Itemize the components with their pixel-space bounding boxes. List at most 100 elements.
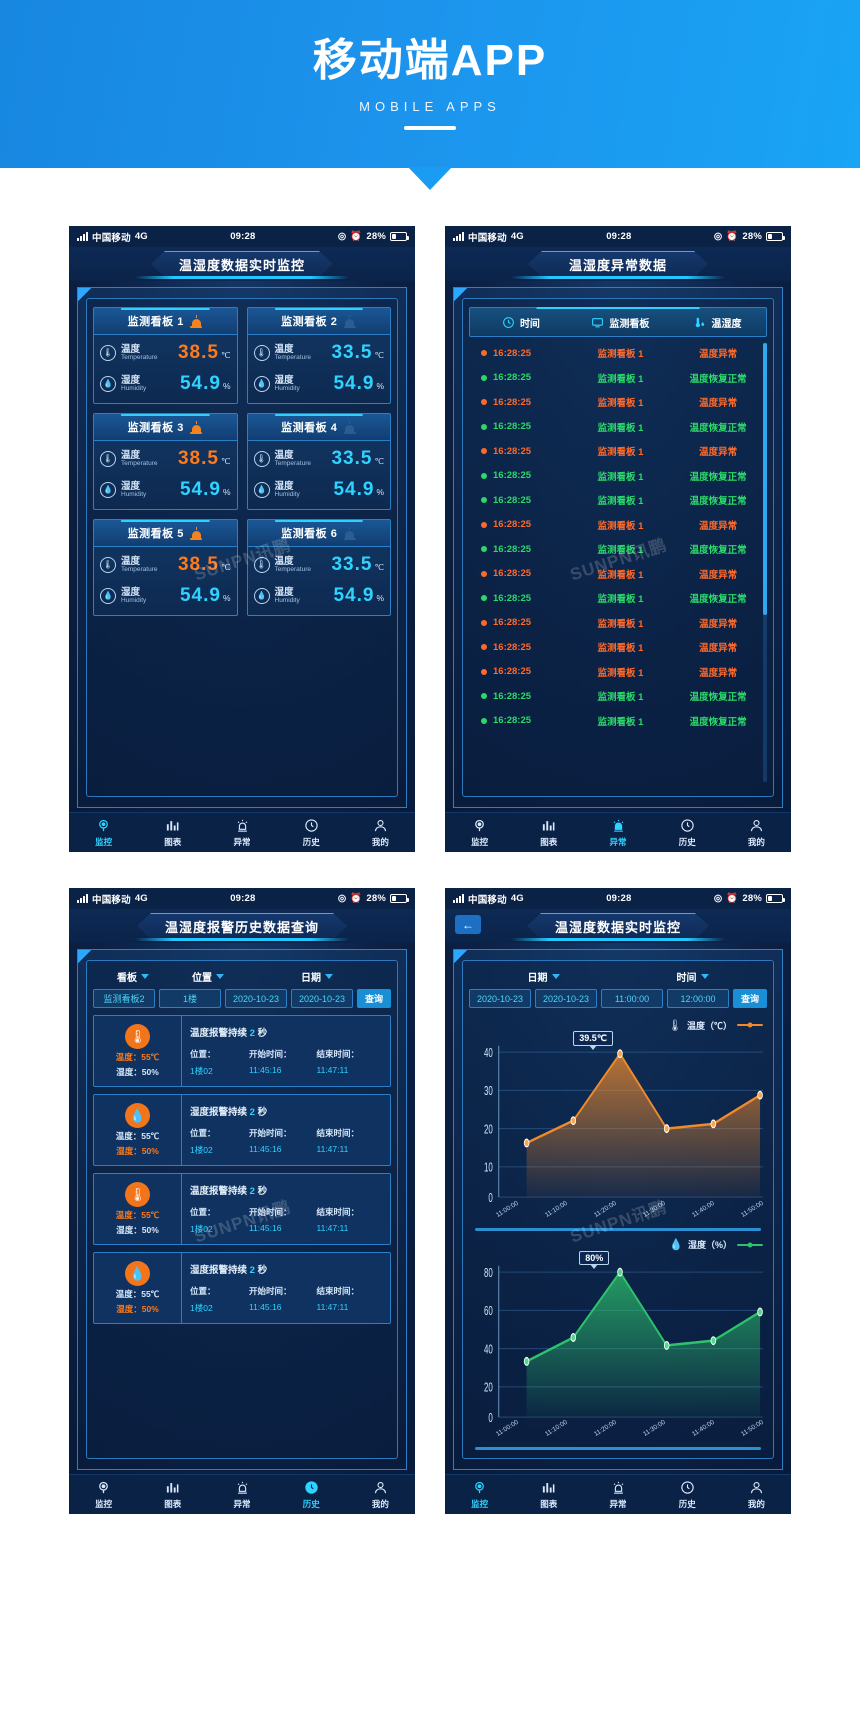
legend-label: 温度（℃） xyxy=(686,1020,732,1031)
table-row[interactable]: 16:28:25 监测看板 1 温度恢复正常 xyxy=(469,709,767,734)
table-row[interactable]: 16:28:25 监测看板 1 温度异常 xyxy=(469,611,767,636)
tab-chart[interactable]: 图表 xyxy=(514,818,583,848)
tab-chart[interactable]: 图表 xyxy=(138,1480,207,1510)
filter-label-time[interactable]: 时间 xyxy=(618,969,767,984)
column-board: 监测看板 xyxy=(572,315,669,330)
table-row[interactable]: 16:28:25 监测看板 1 温度恢复正常 xyxy=(469,586,767,611)
table-row[interactable]: 16:28:25 监测看板 1 温度异常 xyxy=(469,513,767,538)
filter-value-board[interactable]: 监测看板2 xyxy=(93,989,155,1008)
record-temp: 温度：55℃ xyxy=(115,1210,160,1221)
chart-icon xyxy=(541,1480,557,1496)
tab-alarm[interactable]: 异常 xyxy=(583,818,652,848)
tab-profile[interactable]: 我的 xyxy=(346,818,415,848)
monitor-card[interactable]: 监测看板 3 🌡 温度 Temperature 38.5 ℃ 💧 湿度 Humidit… xyxy=(93,413,238,510)
record-duration-unit: 秒 xyxy=(257,1107,268,1118)
tab-profile[interactable]: 我的 xyxy=(346,1480,415,1510)
filter-value-time-start[interactable]: 11:00:00 xyxy=(601,989,663,1008)
value-start: 11:45:16 xyxy=(248,1065,282,1075)
filter-label-date[interactable]: 日期 xyxy=(243,969,391,984)
monitor-card[interactable]: 监测看板 4 🌡 温度 Temperature 33.5 ℃ 💧 湿度 Humidit… xyxy=(246,413,391,510)
record-temp: 温度：55℃ xyxy=(115,1131,160,1142)
chart-annotation: 39.5℃ xyxy=(573,1031,613,1046)
filter-value-date-end[interactable]: 2020-10-23 xyxy=(291,989,353,1008)
monitor-card[interactable]: 监测看板 1 🌡 温度 Temperature 38.5 ℃ 💧 湿度 Humidit… xyxy=(93,307,238,404)
tab-profile[interactable]: 我的 xyxy=(722,818,791,848)
value-end: 11:47:11 xyxy=(316,1302,349,1312)
monitor-icon xyxy=(96,1480,112,1496)
table-row[interactable]: 16:28:25 监测看板 1 温度恢复正常 xyxy=(469,415,767,440)
filter-value-position[interactable]: 1楼 xyxy=(159,989,221,1008)
monitor-card[interactable]: 监测看板 6 🌡 温度 Temperature 33.5 ℃ 💧 湿度 Humidit… xyxy=(246,519,391,616)
monitor-card[interactable]: 监测看板 2 🌡 温度 Temperature 33.5 ℃ 💧 湿度 Humidit… xyxy=(246,307,391,404)
filter-label-date[interactable]: 日期 xyxy=(469,969,618,984)
tab-label: 监控 xyxy=(471,836,489,847)
tab-monitor[interactable]: 监控 xyxy=(69,818,138,848)
droplet-icon: 💧 xyxy=(125,1103,150,1129)
scrollbar[interactable] xyxy=(763,343,767,782)
humidity-plot: 80 60 40 20 0 80% xyxy=(469,1250,767,1432)
humidity-icon: 💧 xyxy=(100,482,116,498)
filter-label-text: 看板 xyxy=(117,973,137,984)
filter-label-board[interactable]: 看板 xyxy=(93,969,173,984)
search-button[interactable]: 查询 xyxy=(733,989,767,1008)
tab-history[interactable]: 历史 xyxy=(653,818,722,848)
bottom-tab-bar: 监控 图表 异常 历史 我的 xyxy=(69,1474,415,1514)
alarm-record[interactable]: 🌡 温度：55℃ 湿度：50% 温度报警持续 2 秒 位置： 开始时间： 结束时… xyxy=(93,1173,391,1245)
tab-alarm[interactable]: 异常 xyxy=(207,1480,276,1510)
clock-icon xyxy=(502,316,515,329)
tab-chart[interactable]: 图表 xyxy=(514,1480,583,1510)
filter-value-date-start[interactable]: 2020-10-23 xyxy=(225,989,287,1008)
tab-history[interactable]: 历史 xyxy=(277,818,346,848)
chart-legend: 💧 湿度（%） xyxy=(469,1237,767,1253)
monitor-card[interactable]: 监测看板 5 🌡 温度 Temperature 38.5 ℃ 💧 湿度 Humidit… xyxy=(93,519,238,616)
tab-profile[interactable]: 我的 xyxy=(722,1480,791,1510)
table-row[interactable]: 16:28:25 监测看板 1 温度恢复正常 xyxy=(469,464,767,489)
table-row[interactable]: 16:28:25 监测看板 1 温度异常 xyxy=(469,562,767,587)
alarm-clock-icon: ⏰ xyxy=(726,231,739,242)
tab-chart[interactable]: 图表 xyxy=(138,818,207,848)
cell-time: 16:28:25 xyxy=(493,641,532,653)
chart-scroll-track[interactable] xyxy=(475,1227,761,1231)
cell-status: 温度异常 xyxy=(699,447,738,459)
cell-time: 16:28:25 xyxy=(493,421,532,433)
label-start: 开始时间： xyxy=(248,1207,292,1217)
table-row[interactable]: 16:28:25 监测看板 1 温度异常 xyxy=(469,390,767,415)
tab-monitor[interactable]: 监控 xyxy=(69,1480,138,1510)
tab-alarm[interactable]: 异常 xyxy=(207,818,276,848)
table-body[interactable]: 16:28:25 监测看板 1 温度异常 16:28:25 监测看板 1 温度恢复正常 … xyxy=(469,337,767,788)
temp-unit: ℃ xyxy=(374,562,384,572)
tab-history[interactable]: 历史 xyxy=(653,1480,722,1510)
label-end: 结束时间： xyxy=(316,1207,359,1217)
hum-value: 54.9 xyxy=(179,373,221,394)
tab-label: 图表 xyxy=(164,1498,182,1509)
tab-alarm[interactable]: 异常 xyxy=(583,1480,652,1510)
filter-value-date-end[interactable]: 2020-10-23 xyxy=(535,989,597,1008)
temp-label-en: Temperature xyxy=(121,459,158,467)
table-row[interactable]: 16:28:25 监测看板 1 温度恢复正常 xyxy=(469,684,767,709)
tab-monitor[interactable]: 监控 xyxy=(445,818,514,848)
cell-board: 监测看板 1 xyxy=(597,618,644,630)
filter-label-position[interactable]: 位置 xyxy=(173,969,243,984)
back-button[interactable]: ← xyxy=(455,915,481,934)
filter-value-date-start[interactable]: 2020-10-23 xyxy=(469,989,531,1008)
alarm-record[interactable]: 💧 温度：55℃ 湿度：50% 湿度报警持续 2 秒 位置： 开始时间： 结束时… xyxy=(93,1094,391,1166)
table-row[interactable]: 16:28:25 监测看板 1 温度异常 xyxy=(469,341,767,366)
tab-history[interactable]: 历史 xyxy=(277,1480,346,1510)
chart-scroll-track[interactable] xyxy=(475,1447,761,1450)
cell-board: 监测看板 1 xyxy=(597,349,644,361)
alarm-record[interactable]: 💧 温度：55℃ 湿度：50% 湿度报警持续 2 秒 位置： 开始时间： 结束时… xyxy=(93,1252,391,1324)
value-end: 11:47:11 xyxy=(316,1144,349,1154)
signal-bars-icon xyxy=(77,894,88,903)
table-row[interactable]: 16:28:25 监测看板 1 温度恢复正常 xyxy=(469,488,767,513)
filter-value-time-end[interactable]: 12:00:00 xyxy=(667,989,729,1008)
table-row[interactable]: 16:28:25 监测看板 1 温度异常 xyxy=(469,439,767,464)
alarm-record[interactable]: 🌡 温度：55℃ 湿度：50% 温度报警持续 2 秒 位置： 开始时间： 结束时… xyxy=(93,1015,391,1087)
tab-label: 异常 xyxy=(609,836,627,847)
chart-annotation: 80% xyxy=(579,1250,610,1265)
search-button[interactable]: 查询 xyxy=(357,989,391,1008)
table-row[interactable]: 16:28:25 监测看板 1 温度恢复正常 xyxy=(469,537,767,562)
table-row[interactable]: 16:28:25 监测看板 1 温度异常 xyxy=(469,635,767,660)
table-row[interactable]: 16:28:25 监测看板 1 温度异常 xyxy=(469,660,767,685)
table-row[interactable]: 16:28:25 监测看板 1 温度恢复正常 xyxy=(469,366,767,391)
tab-monitor[interactable]: 监控 xyxy=(445,1480,514,1510)
